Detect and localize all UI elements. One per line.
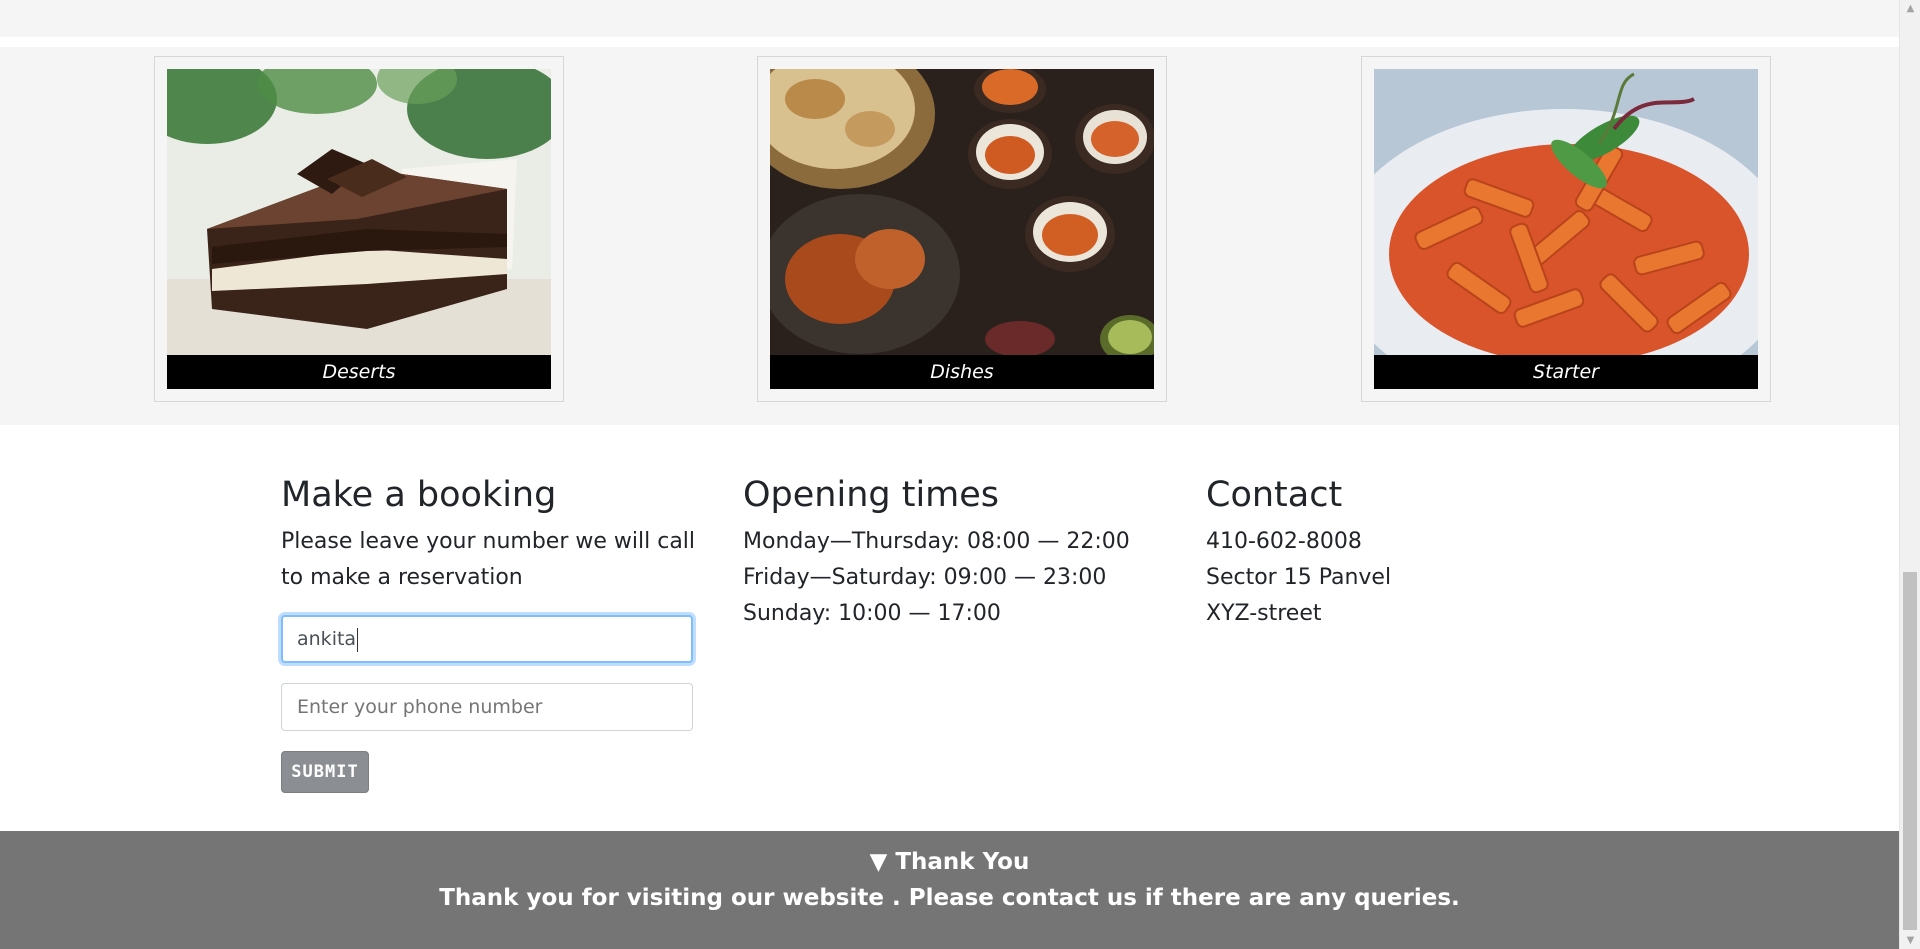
contact-section: Contact 410-602-8008 Sector 15 Panvel XY… bbox=[1206, 470, 1636, 632]
gallery-card-dishes[interactable]: Dishes bbox=[757, 56, 1167, 402]
opening-line: Friday—Saturday: 09:00 — 23:00 bbox=[743, 565, 1107, 590]
page-scrollbar[interactable]: ▲ ▼ bbox=[1899, 0, 1920, 949]
card-caption: Deserts bbox=[167, 355, 551, 389]
card-caption: Dishes bbox=[770, 355, 1154, 389]
gallery-section: Deserts Dishes Starter bbox=[0, 47, 1899, 425]
opening-title: Opening times bbox=[743, 475, 1000, 515]
contact-street: XYZ-street bbox=[1206, 601, 1322, 626]
name-value: ankita bbox=[297, 628, 357, 650]
phone-input[interactable]: Enter your phone number bbox=[281, 683, 693, 731]
contact-phone: 410-602-8008 bbox=[1206, 529, 1362, 554]
submit-button[interactable]: SUBMIT bbox=[281, 751, 369, 793]
thank-you-summary-toggle[interactable]: ▼ Thank You bbox=[0, 845, 1899, 879]
divider bbox=[0, 37, 1899, 47]
opening-line: Sunday: 10:00 — 17:00 bbox=[743, 601, 1001, 626]
booking-section: Make a booking Please leave your number … bbox=[281, 470, 711, 596]
text-caret bbox=[357, 627, 359, 652]
page: Deserts Dishes Starter Make a booking Pl… bbox=[0, 0, 1899, 949]
contact-title: Contact bbox=[1206, 475, 1343, 515]
gallery-card-deserts[interactable]: Deserts bbox=[154, 56, 564, 402]
top-strip bbox=[0, 0, 1899, 37]
footer: ▼ Thank You Thank you for visiting our w… bbox=[0, 831, 1899, 949]
thank-you-message: Thank you for visiting our website . Ple… bbox=[439, 885, 1460, 911]
card-caption: Starter bbox=[1374, 355, 1758, 389]
gallery-card-starter[interactable]: Starter bbox=[1361, 56, 1771, 402]
cake-image[interactable] bbox=[167, 69, 551, 355]
opening-section: Opening times Monday—Thursday: 08:00 — 2… bbox=[743, 470, 1173, 632]
contact-address: Sector 15 Panvel bbox=[1206, 565, 1392, 590]
booking-title: Make a booking bbox=[281, 475, 557, 515]
opening-line: Monday—Thursday: 08:00 — 22:00 bbox=[743, 529, 1130, 554]
scrollbar-thumb[interactable] bbox=[1903, 572, 1917, 930]
name-input[interactable]: ankita bbox=[281, 615, 693, 663]
dishes-image[interactable] bbox=[770, 69, 1154, 355]
phone-placeholder: Enter your phone number bbox=[297, 696, 543, 718]
scroll-up-icon[interactable]: ▲ bbox=[1900, 0, 1920, 17]
scroll-down-icon[interactable]: ▼ bbox=[1900, 932, 1920, 949]
booking-description: Please leave your number we will call to… bbox=[281, 529, 696, 590]
pasta-image[interactable] bbox=[1374, 69, 1758, 355]
